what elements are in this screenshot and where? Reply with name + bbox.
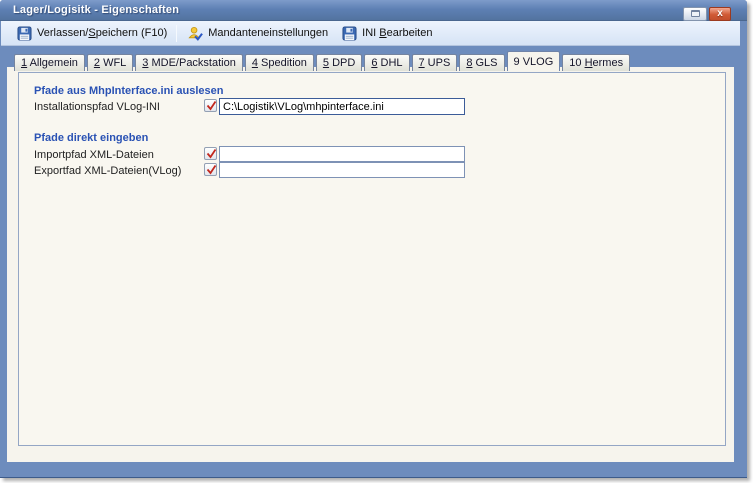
close-button[interactable]: x [709,7,731,21]
checkbox-installation-path[interactable] [204,99,217,112]
checkbox-import-path[interactable] [204,147,217,160]
red-check-icon [205,163,218,176]
tab-3[interactable]: 3 MDE/Packstation [135,54,243,71]
checkbox-export-path[interactable] [204,163,217,176]
tab-1[interactable]: 1 Allgemein [14,54,85,71]
client-settings-icon [188,26,203,41]
ini-edit-label: INI Bearbeiten [362,27,432,39]
ini-edit-button[interactable]: INI Bearbeiten [335,23,439,44]
save-icon [17,26,32,41]
tab-9[interactable]: 9 VLOG [507,51,561,71]
tab-8[interactable]: 8 GLS [459,54,504,71]
toolbar: Verlassen/Speichern (F10) Mandanteneinst… [1,21,740,46]
installation-path-input[interactable] [219,98,465,115]
section-title-read-ini: Pfade aus MhpInterface.ini auslesen [34,85,224,97]
save-icon [342,26,357,41]
tab-strip: 1 Allgemein2 WFL3 MDE/Packstation4 Spedi… [14,51,632,71]
section-title-direct-paths: Pfade direkt eingeben [34,132,148,144]
label-installation-path: Installationspfad VLog-INI [34,101,160,113]
red-check-icon [205,147,218,160]
label-export-path: Exportfad XML-Dateien(VLog) [34,165,181,177]
close-icon: x [717,8,723,19]
maximize-icon [691,10,700,17]
export-path-input[interactable] [219,162,465,178]
tab-6[interactable]: 6 DHL [364,54,409,71]
save-exit-button[interactable]: Verlassen/Speichern (F10) [10,23,174,44]
tab-10[interactable]: 10 Hermes [562,54,630,71]
settings-panel: Pfade aus MhpInterface.ini auslesen Inst… [18,72,726,446]
client-settings-label: Mandanteneinstellungen [208,27,328,39]
window-title: Lager/Logisitk - Eigenschaften [13,4,179,16]
maximize-button[interactable] [683,7,707,21]
toolbar-separator [176,25,177,42]
tab-5[interactable]: 5 DPD [316,54,362,71]
import-path-input[interactable] [219,146,465,162]
titlebar[interactable]: Lager/Logisitk - Eigenschaften x [0,0,747,21]
tab-7[interactable]: 7 UPS [412,54,458,71]
tab-4[interactable]: 4 Spedition [245,54,314,71]
save-exit-label: Verlassen/Speichern (F10) [37,27,167,39]
client-settings-button[interactable]: Mandanteneinstellungen [181,23,335,44]
tab-2[interactable]: 2 WFL [87,54,133,71]
dialog-window: Lager/Logisitk - Eigenschaften x Verlass… [0,0,747,478]
red-check-icon [205,99,218,112]
label-import-path: Importpfad XML-Dateien [34,149,154,161]
